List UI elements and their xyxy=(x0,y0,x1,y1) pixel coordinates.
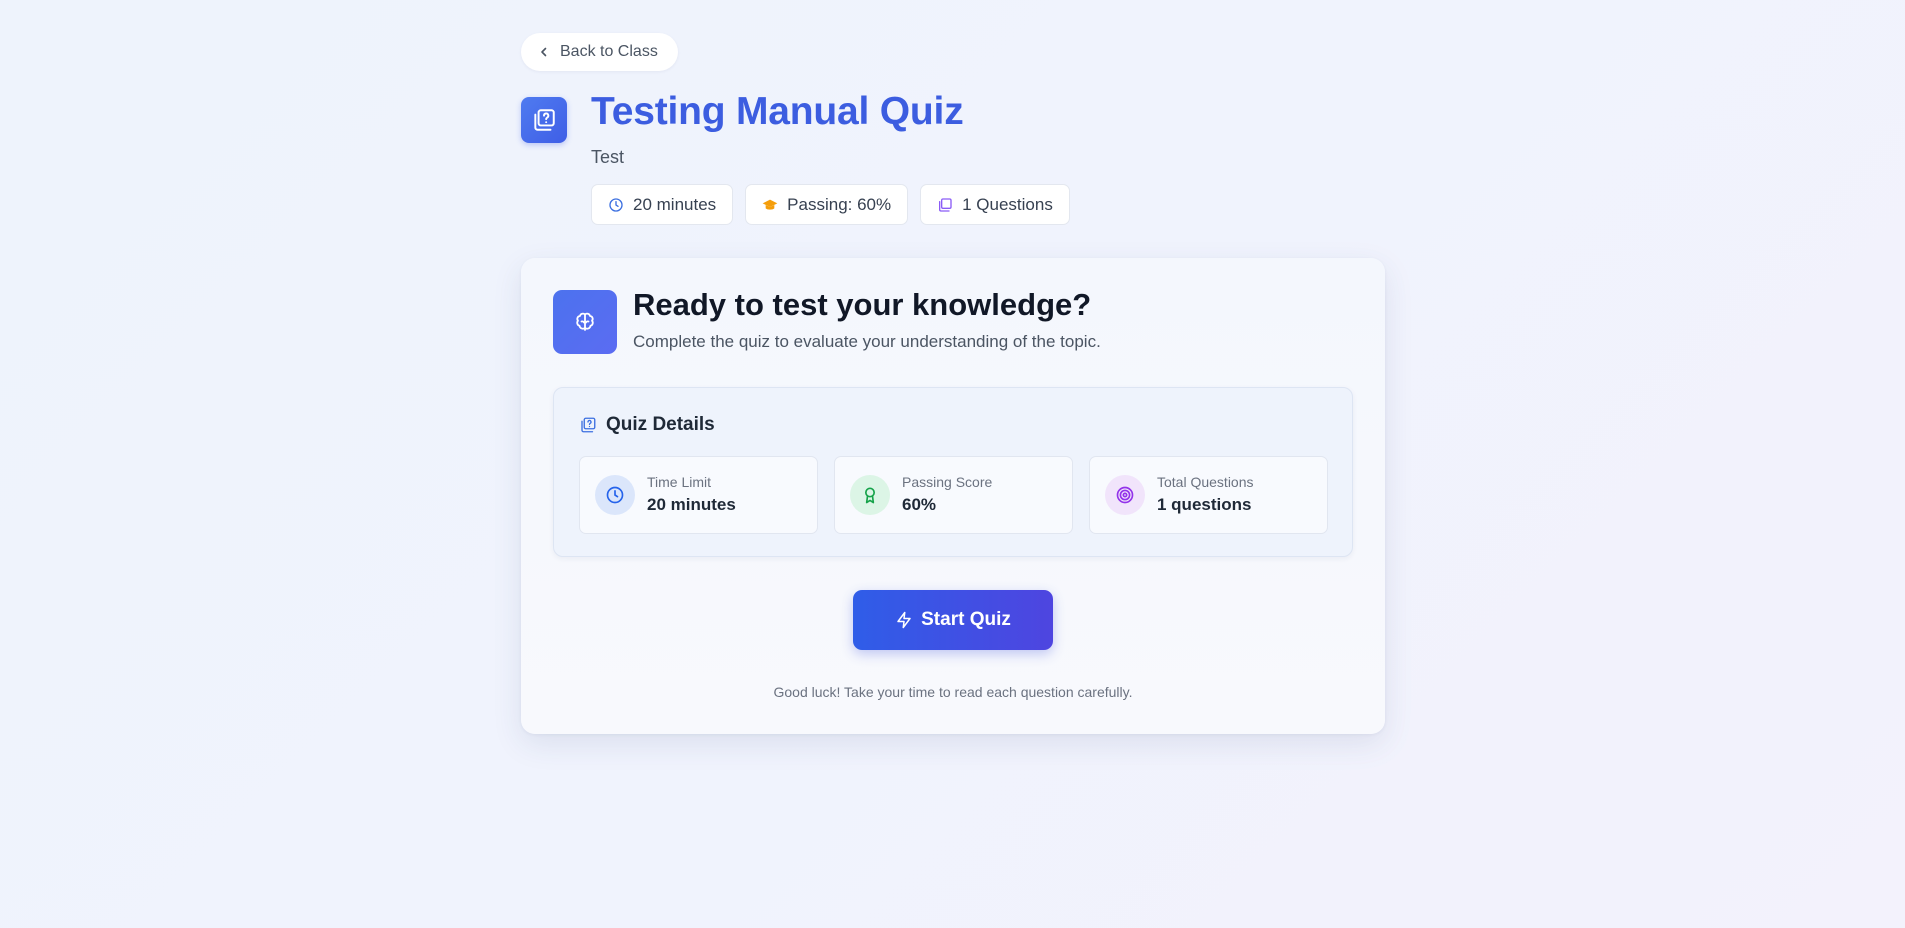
stat-label: Passing Score xyxy=(902,474,993,490)
quiz-details-panel: Quiz Details Time Limit 20 minutes Passi… xyxy=(553,387,1353,557)
passing-score-stat: Passing Score 60% xyxy=(834,456,1073,534)
stat-label: Time Limit xyxy=(647,474,712,490)
total-questions-stat: Total Questions 1 questions xyxy=(1089,456,1328,534)
question-book-icon xyxy=(579,416,597,434)
time-chip-label: 20 minutes xyxy=(633,194,717,214)
back-label: Back to Class xyxy=(560,43,658,60)
start-quiz-label: Start Quiz xyxy=(921,609,1011,630)
quiz-details-heading: Quiz Details xyxy=(579,414,715,436)
passing-chip: Passing: 60% xyxy=(745,184,909,225)
stat-value: 60% xyxy=(902,495,937,514)
brain-icon xyxy=(553,290,617,354)
chevron-left-icon xyxy=(538,46,550,58)
page-subtitle: Test xyxy=(591,147,625,167)
stat-value: 1 questions xyxy=(1157,495,1252,514)
question-book-icon xyxy=(937,197,953,213)
quiz-icon xyxy=(521,97,567,143)
lightning-icon xyxy=(895,611,913,629)
quiz-meta-chips: 20 minutes Passing: 60% 1 Questions xyxy=(591,184,1070,225)
time-chip: 20 minutes xyxy=(591,184,734,225)
award-icon xyxy=(850,475,890,515)
time-limit-stat: Time Limit 20 minutes xyxy=(579,456,818,534)
target-icon xyxy=(1105,475,1145,515)
page-title: Testing Manual Quiz xyxy=(591,90,964,133)
start-quiz-button[interactable]: Start Quiz xyxy=(853,590,1053,650)
quiz-details-title: Quiz Details xyxy=(606,414,715,435)
good-luck-note: Good luck! Take your time to read each q… xyxy=(773,684,1133,700)
back-to-class-button[interactable]: Back to Class xyxy=(521,33,678,71)
questions-chip: 1 Questions xyxy=(920,184,1070,225)
clock-icon xyxy=(608,197,624,213)
clock-icon xyxy=(595,475,635,515)
card-heading: Ready to test your knowledge? xyxy=(633,287,1092,322)
card-subheading: Complete the quiz to evaluate your under… xyxy=(633,332,1101,351)
passing-chip-label: Passing: 60% xyxy=(787,194,892,214)
quiz-start-card: Ready to test your knowledge? Complete t… xyxy=(521,258,1385,734)
graduation-cap-icon xyxy=(762,197,778,213)
stat-label: Total Questions xyxy=(1157,474,1254,490)
stat-value: 20 minutes xyxy=(647,495,736,514)
questions-chip-label: 1 Questions xyxy=(962,194,1053,214)
